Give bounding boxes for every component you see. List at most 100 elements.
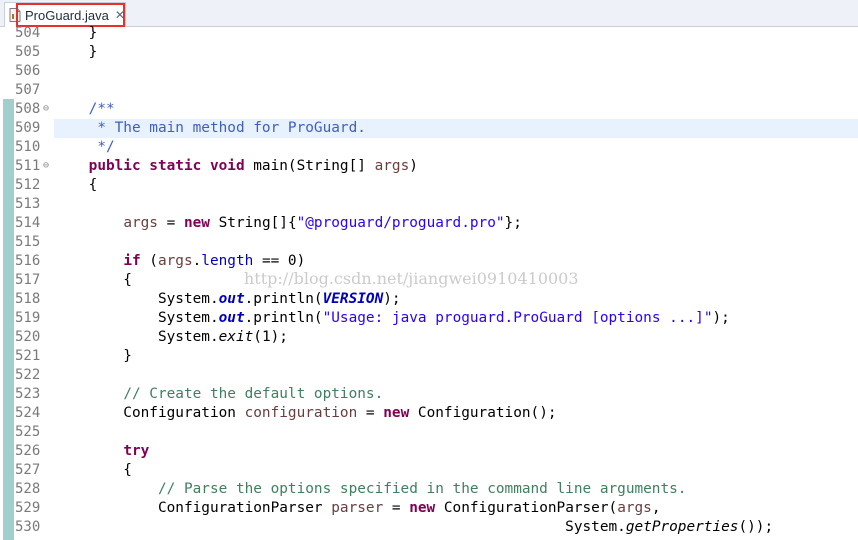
- code-token: ): [409, 158, 418, 174]
- code-token: * The main method for ProGuard.: [54, 120, 366, 136]
- tab-title: ProGuard.java: [25, 7, 109, 23]
- code-token: args: [374, 158, 410, 174]
- code-text: // Create the default options.: [54, 385, 383, 404]
- fold-toggle-icon[interactable]: ⊖: [43, 104, 49, 114]
- line-number: 523: [15, 386, 41, 402]
- code-line[interactable]: 523 // Create the default options.: [0, 385, 858, 404]
- code-line[interactable]: 526 try: [0, 442, 858, 461]
- code-text: * The main method for ProGuard.: [54, 119, 366, 138]
- code-token: if: [123, 253, 141, 269]
- close-icon[interactable]: ✕: [115, 8, 125, 22]
- code-token: == 0): [253, 253, 306, 269]
- code-text: System.out.println(VERSION);: [54, 290, 401, 309]
- code-line[interactable]: 518 System.out.println(VERSION);: [0, 290, 858, 309]
- line-number: 508: [15, 101, 41, 117]
- line-number: 507: [15, 82, 41, 98]
- code-text: System.getProperties());: [54, 518, 773, 537]
- line-number: 530: [15, 519, 41, 535]
- code-token: ConfigurationParser: [54, 500, 332, 516]
- code-token: public static void: [88, 158, 245, 174]
- code-line[interactable]: 506: [0, 62, 858, 81]
- code-token: */: [54, 139, 115, 155]
- code-line[interactable]: 513: [0, 195, 858, 214]
- code-line[interactable]: 529 ConfigurationParser parser = new Con…: [0, 499, 858, 518]
- code-text: public static void main(String[] args): [54, 157, 418, 176]
- code-text: }: [54, 43, 98, 62]
- code-line[interactable]: 520 System.exit(1);: [0, 328, 858, 347]
- line-number: 516: [15, 253, 41, 269]
- code-line[interactable]: 512 {: [0, 176, 858, 195]
- code-token: "@proguard/proguard.pro": [296, 215, 505, 231]
- code-line[interactable]: 521 }: [0, 347, 858, 366]
- code-text: System.exit(1);: [54, 328, 288, 347]
- line-number: 505: [15, 44, 41, 60]
- code-token: main(String[]: [244, 158, 375, 174]
- code-token: .println(: [244, 291, 323, 307]
- code-text: args = new String[]{"@proguard/proguard.…: [54, 214, 522, 233]
- code-token: ConfigurationParser(: [435, 500, 618, 516]
- code-line[interactable]: 514 args = new String[]{"@proguard/progu…: [0, 214, 858, 233]
- code-token: args: [157, 253, 193, 269]
- code-token: .: [192, 253, 202, 269]
- code-token: }: [54, 44, 98, 60]
- code-token: out: [218, 310, 245, 326]
- line-number: 528: [15, 481, 41, 497]
- line-number: 529: [15, 500, 41, 516]
- code-token: =: [383, 500, 410, 516]
- code-text: ConfigurationParser parser = new Configu…: [54, 499, 661, 518]
- code-text: */: [54, 138, 115, 157]
- code-token: getProperties: [625, 519, 739, 535]
- code-token: new: [383, 405, 410, 421]
- code-line[interactable]: 509 * The main method for ProGuard.: [0, 119, 858, 138]
- code-token: {: [54, 177, 98, 193]
- line-number: 526: [15, 443, 41, 459]
- code-token: };: [504, 215, 522, 231]
- code-line[interactable]: 516 if (args.length == 0): [0, 252, 858, 271]
- code-token: length: [201, 253, 254, 269]
- code-line[interactable]: 525: [0, 423, 858, 442]
- line-number: 524: [15, 405, 41, 421]
- code-token: =: [357, 405, 384, 421]
- code-line[interactable]: 515: [0, 233, 858, 252]
- code-line[interactable]: 508 ⊖ /**: [0, 100, 858, 119]
- code-token: // Parse the options specified in the co…: [157, 481, 687, 497]
- code-token: }: [54, 25, 98, 41]
- code-text: {: [54, 271, 132, 290]
- code-token: out: [218, 291, 245, 307]
- code-line[interactable]: 527 {: [0, 461, 858, 480]
- code-token: args: [617, 500, 652, 516]
- line-number: 522: [15, 367, 41, 383]
- code-line[interactable]: 511 ⊖ public static void main(String[] ar…: [0, 157, 858, 176]
- code-line[interactable]: 504 }: [0, 24, 858, 43]
- code-line[interactable]: 507: [0, 81, 858, 100]
- line-number: 512: [15, 177, 41, 193]
- code-line[interactable]: 519 System.out.println("Usage: java prog…: [0, 309, 858, 328]
- code-token: System.: [54, 329, 219, 345]
- code-line[interactable]: 524 Configuration configuration = new Co…: [0, 404, 858, 423]
- fold-toggle-icon[interactable]: ⊖: [43, 161, 49, 171]
- editor-tab-bar: ProGuard.java ✕: [0, 0, 858, 27]
- code-token: );: [712, 310, 730, 326]
- code-line[interactable]: 510 */: [0, 138, 858, 157]
- line-number: 504: [15, 25, 41, 41]
- code-token: ,: [651, 500, 661, 516]
- code-line[interactable]: 522: [0, 366, 858, 385]
- line-number: 527: [15, 462, 41, 478]
- code-token: {: [54, 462, 132, 478]
- code-token: "Usage: java proguard.ProGuard [options …: [322, 310, 713, 326]
- code-text: Configuration configuration = new Config…: [54, 404, 557, 423]
- code-line[interactable]: 517 {: [0, 271, 858, 290]
- code-line[interactable]: 530 System.getProperties());: [0, 518, 858, 537]
- code-line[interactable]: 528 // Parse the options specified in th…: [0, 480, 858, 499]
- code-token: Configuration();: [409, 405, 557, 421]
- code-token: );: [383, 291, 401, 307]
- code-line[interactable]: 505 }: [0, 43, 858, 62]
- code-editor[interactable]: 504 } 505 } 506 507 508 ⊖ /** 509 * The main m…: [0, 24, 858, 540]
- code-token: new: [183, 215, 210, 231]
- code-token: Configuration: [54, 405, 245, 421]
- code-token: =: [157, 215, 184, 231]
